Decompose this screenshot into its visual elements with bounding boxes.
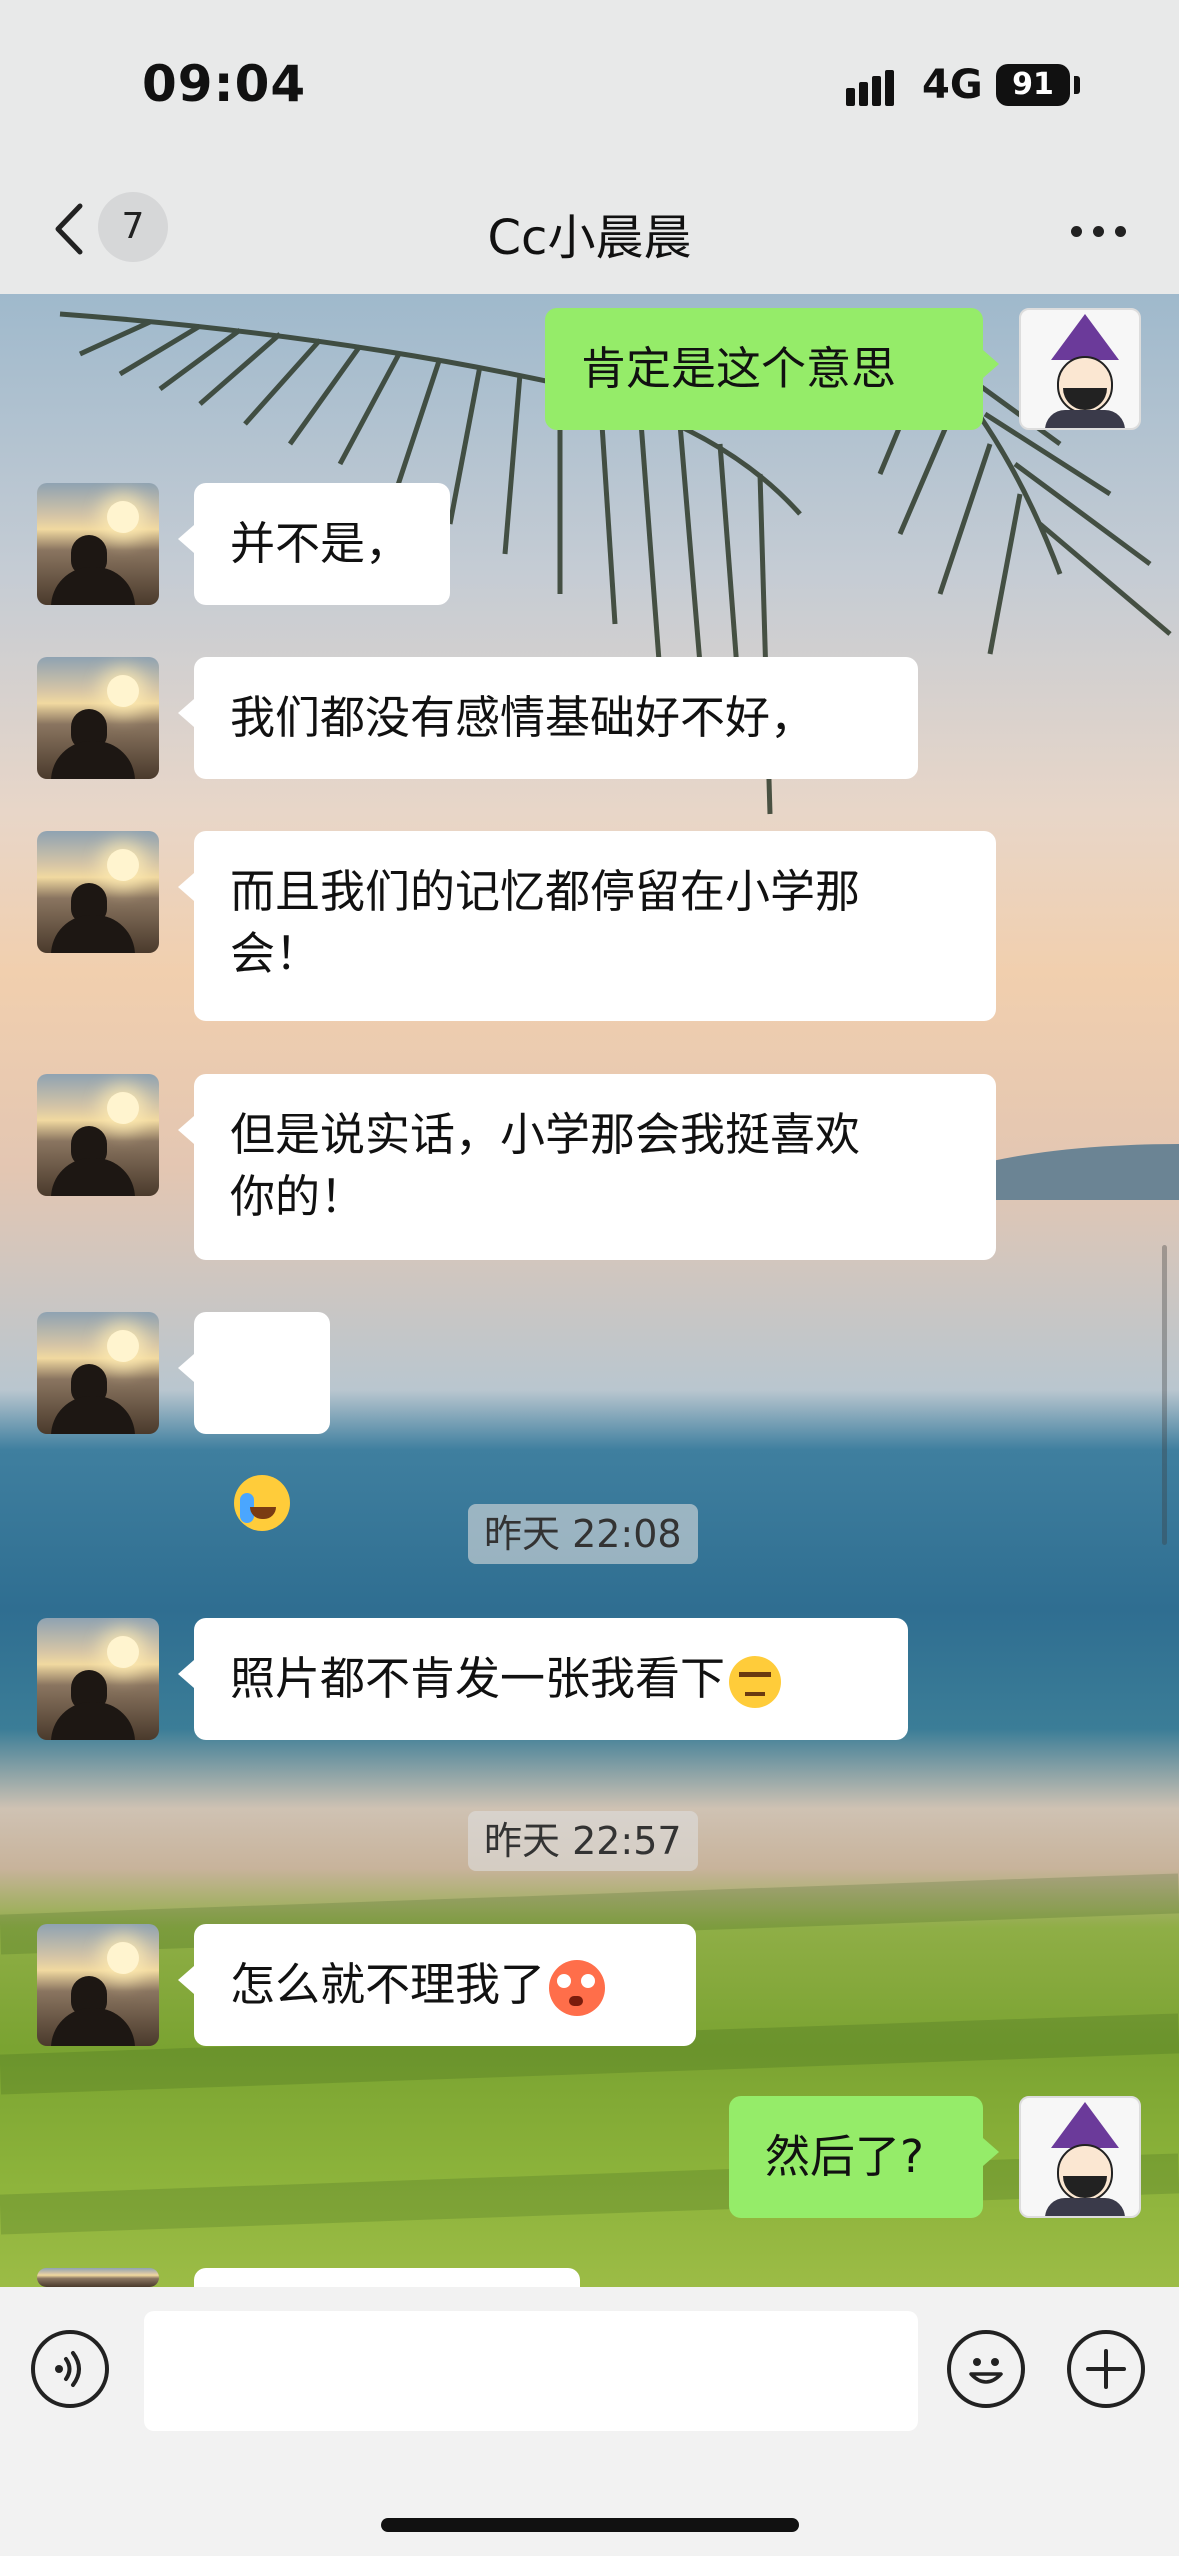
emoji-button[interactable] xyxy=(947,2330,1025,2408)
more-dots-icon xyxy=(1115,226,1126,237)
unamused-emoji xyxy=(729,1656,782,1708)
message-bubble[interactable]: 肯定是这个意思 xyxy=(545,308,999,430)
voice-button[interactable] xyxy=(31,2330,109,2408)
plus-icon xyxy=(1086,2349,1126,2389)
more-options-button[interactable] xyxy=(1059,200,1139,260)
contact-avatar[interactable] xyxy=(37,657,159,779)
input-bar xyxy=(0,2287,1179,2556)
scrollbar[interactable] xyxy=(1162,1245,1167,1545)
home-indicator[interactable] xyxy=(381,2518,799,2532)
contact-avatar[interactable] xyxy=(37,1074,159,1196)
voice-icon xyxy=(55,2351,81,2387)
message-input[interactable] xyxy=(144,2311,918,2431)
status-bar: 09:04 4G 91 xyxy=(0,0,1179,170)
flushed-emoji xyxy=(549,1960,606,2016)
timestamp: 昨天 22:08 xyxy=(468,1504,698,1564)
chevron-left-icon xyxy=(55,203,83,255)
message-text: 照片都不肯发一张我看下 xyxy=(230,1652,726,1705)
contact-avatar[interactable] xyxy=(37,1618,159,1740)
battery-tip xyxy=(1074,76,1080,94)
message-bubble[interactable]: 怎么就不理我了 xyxy=(178,1924,696,2046)
message-bubble[interactable]: 并不是， xyxy=(178,483,450,605)
contact-avatar[interactable] xyxy=(37,1924,159,2046)
message-bubble[interactable]: 照片都不肯发一张我看下 xyxy=(178,1618,908,1740)
more-functions-button[interactable] xyxy=(1067,2330,1145,2408)
more-dots-icon xyxy=(1093,226,1104,237)
loudly-crying-emoji xyxy=(234,1475,290,1531)
unread-count-badge[interactable]: 7 xyxy=(98,192,168,262)
battery-level: 91 xyxy=(1012,67,1054,102)
message-bubble[interactable]: 而且我们的记忆都停留在小学那 会！ xyxy=(178,831,996,1021)
status-time: 09:04 xyxy=(142,55,307,113)
smiley-icon xyxy=(969,2358,1003,2384)
message-bubble[interactable] xyxy=(178,1312,330,1531)
message-bubble[interactable]: 我们都没有感情基础好不好， xyxy=(178,657,918,779)
chat-title: Cc小晨晨 xyxy=(487,210,692,266)
contact-avatar[interactable] xyxy=(37,483,159,605)
timestamp: 昨天 22:57 xyxy=(468,1811,698,1871)
message-bubble[interactable]: 然后了? xyxy=(729,2096,999,2218)
contact-avatar[interactable] xyxy=(37,1312,159,1434)
message-bubble-partial[interactable] xyxy=(194,2268,580,2287)
more-dots-icon xyxy=(1071,226,1082,237)
message-text: 怎么就不理我了 xyxy=(230,1958,546,2011)
network-type: 4G xyxy=(922,62,983,108)
message-bubble[interactable]: 但是说实话，小学那会我挺喜欢 你的！ xyxy=(178,1074,996,1260)
contact-avatar[interactable] xyxy=(37,831,159,953)
contact-avatar[interactable] xyxy=(37,2268,159,2287)
lawn-shadow xyxy=(0,2153,1179,2235)
my-avatar[interactable] xyxy=(1019,2096,1141,2218)
signal-strength-icon xyxy=(846,66,906,106)
back-button[interactable] xyxy=(48,194,98,264)
chat-header: Cc小晨晨 7 xyxy=(0,170,1179,294)
battery-icon: 91 xyxy=(996,64,1070,106)
my-avatar[interactable] xyxy=(1019,308,1141,430)
